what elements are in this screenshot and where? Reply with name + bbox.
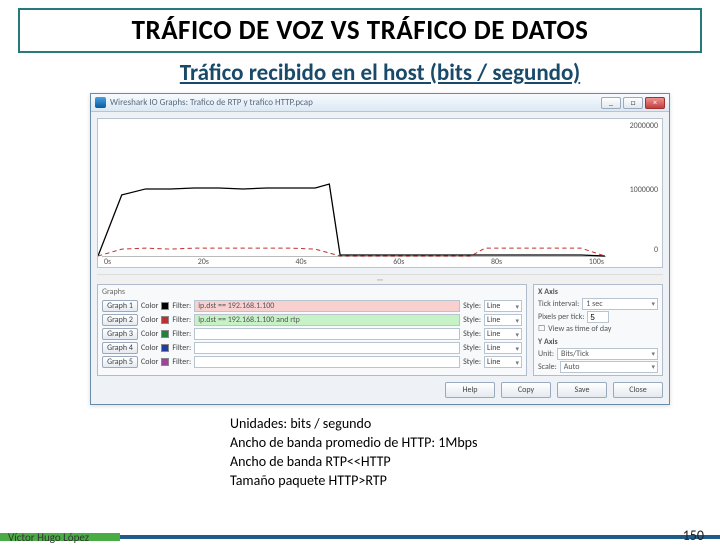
minimize-button[interactable]: _	[601, 97, 621, 109]
unit-select[interactable]: Bits/Tick	[557, 348, 658, 360]
graph-toggle-button[interactable]: Graph 5	[102, 356, 138, 368]
y-tick-mid: 1000000	[630, 185, 658, 195]
style-label: Style:	[463, 357, 481, 367]
filter-label: Filter:	[172, 357, 191, 367]
graph-toggle-button[interactable]: Graph 2	[102, 314, 138, 326]
footer-line	[120, 535, 720, 539]
window-body: 2000000 1000000 0 0s 20s 40s 60s 80s 100…	[91, 112, 669, 404]
color-swatch[interactable]	[161, 330, 169, 338]
close-button[interactable]: Close	[613, 382, 663, 398]
graph-config-row: Graph 5Color Filter: Style:Line	[102, 355, 522, 369]
color-swatch[interactable]	[161, 316, 169, 324]
note-line: Ancho de banda RTP<<HTTP	[230, 453, 720, 472]
style-select[interactable]: Line	[484, 314, 522, 326]
note-line: Unidades: bits / segundo	[230, 415, 720, 434]
graphs-panel-title: Graphs	[102, 287, 522, 297]
window-title: Wireshark IO Graphs: Trafico de RTP y tr…	[110, 97, 597, 108]
plot-svg	[98, 119, 606, 257]
window-titlebar: Wireshark IO Graphs: Trafico de RTP y tr…	[91, 94, 669, 112]
style-label: Style:	[463, 301, 481, 311]
graph-config-row: Graph 2Color Filter:ip.dst == 192.168.1.1…	[102, 313, 522, 327]
help-button[interactable]: Help	[445, 382, 495, 398]
io-graph-chart: 2000000 1000000 0 0s 20s 40s 60s 80s 100…	[97, 118, 663, 268]
xaxis-title: X Axis	[538, 287, 658, 297]
style-select[interactable]: Line	[484, 300, 522, 312]
slide-title: TRÁFICO DE VOZ VS TRÁFICO DE DATOS	[26, 14, 694, 47]
tick-interval-label: Tick interval:	[538, 299, 579, 309]
filter-label: Filter:	[172, 301, 191, 311]
filter-label: Filter:	[172, 343, 191, 353]
graph-config-row: Graph 1Color Filter:ip.dst == 192.168.1.1…	[102, 299, 522, 313]
pixels-per-tick-input[interactable]	[587, 311, 609, 323]
author-name: Víctor Hugo López	[8, 531, 89, 544]
graph-toggle-button[interactable]: Graph 4	[102, 342, 138, 354]
tick-interval-select[interactable]: 1 sec	[582, 298, 658, 310]
graph-toggle-button[interactable]: Graph 1	[102, 300, 138, 312]
chart-scrollbar[interactable]: ···	[97, 274, 663, 284]
pixels-per-tick-label: Pixels per tick:	[538, 312, 584, 322]
style-select[interactable]: Line	[484, 342, 522, 354]
copy-button[interactable]: Copy	[501, 382, 551, 398]
time-of-day-label: View as time of day	[548, 324, 611, 334]
color-swatch[interactable]	[161, 358, 169, 366]
filter-label: Filter:	[172, 329, 191, 339]
filter-input[interactable]	[194, 356, 460, 368]
scale-label: Scale:	[538, 362, 557, 372]
maximize-button[interactable]: □	[623, 97, 643, 109]
slide-footer: Víctor Hugo López 150	[0, 526, 720, 548]
filter-label: Filter:	[172, 315, 191, 325]
filter-input[interactable]	[194, 342, 460, 354]
slide-title-box: TRÁFICO DE VOZ VS TRÁFICO DE DATOS	[18, 8, 702, 53]
page-number: 150	[683, 527, 704, 544]
color-swatch[interactable]	[161, 344, 169, 352]
color-label: Color	[141, 357, 158, 367]
y-tick-max: 2000000	[630, 121, 658, 131]
color-label: Color	[141, 343, 158, 353]
style-label: Style:	[463, 343, 481, 353]
color-label: Color	[141, 301, 158, 311]
slide-notes: Unidades: bits / segundo Ancho de banda …	[230, 415, 720, 491]
style-select[interactable]: Line	[484, 328, 522, 340]
wireshark-window: Wireshark IO Graphs: Trafico de RTP y tr…	[90, 93, 670, 405]
style-label: Style:	[463, 329, 481, 339]
filter-input[interactable]	[194, 328, 460, 340]
color-swatch[interactable]	[161, 302, 169, 310]
window-controls: _ □ ×	[601, 97, 665, 109]
style-select[interactable]: Line	[484, 356, 522, 368]
graph-toggle-button[interactable]: Graph 3	[102, 328, 138, 340]
x-tick: 60s	[393, 257, 404, 267]
x-tick: 80s	[491, 257, 502, 267]
time-of-day-checkbox[interactable]: ☐	[538, 324, 545, 334]
config-panels: Graphs Graph 1ColorFilter:ip.dst == 192.…	[97, 284, 663, 376]
series-http	[98, 184, 605, 256]
style-label: Style:	[463, 315, 481, 325]
scale-select[interactable]: Auto	[560, 361, 658, 373]
dialog-footer: Help Copy Save Close	[97, 382, 663, 398]
x-ticks: 0s 20s 40s 60s 80s 100s	[102, 257, 606, 267]
slide-subtitle: Tráfico recibido en el host (bits / segu…	[80, 59, 680, 87]
note-line: Ancho de banda promedio de HTTP: 1Mbps	[230, 434, 720, 453]
y-tick-zero: 0	[654, 245, 658, 255]
graph-config-row: Graph 3Color Filter: Style:Line	[102, 327, 522, 341]
graphs-panel: Graphs Graph 1ColorFilter:ip.dst == 192.…	[97, 284, 527, 376]
x-tick: 40s	[295, 257, 306, 267]
color-label: Color	[141, 329, 158, 339]
window-close-button[interactable]: ×	[645, 97, 665, 109]
graph-config-row: Graph 4Color Filter: Style:Line	[102, 341, 522, 355]
x-tick: 20s	[198, 257, 209, 267]
x-tick: 100s	[589, 257, 604, 267]
save-button[interactable]: Save	[557, 382, 607, 398]
axis-panel: X Axis Tick interval: 1 sec Pixels per t…	[533, 284, 663, 376]
color-label: Color	[141, 315, 158, 325]
unit-label: Unit:	[538, 349, 554, 359]
x-tick: 0s	[104, 257, 111, 267]
yaxis-title: Y Axis	[538, 337, 658, 347]
filter-input[interactable]: ip.dst == 192.168.1.100 and rtp	[194, 314, 460, 326]
app-icon	[95, 97, 106, 108]
note-line: Tamaño paquete HTTP>RTP	[230, 472, 720, 491]
filter-input[interactable]: ip.dst == 192.168.1.100	[194, 300, 460, 312]
